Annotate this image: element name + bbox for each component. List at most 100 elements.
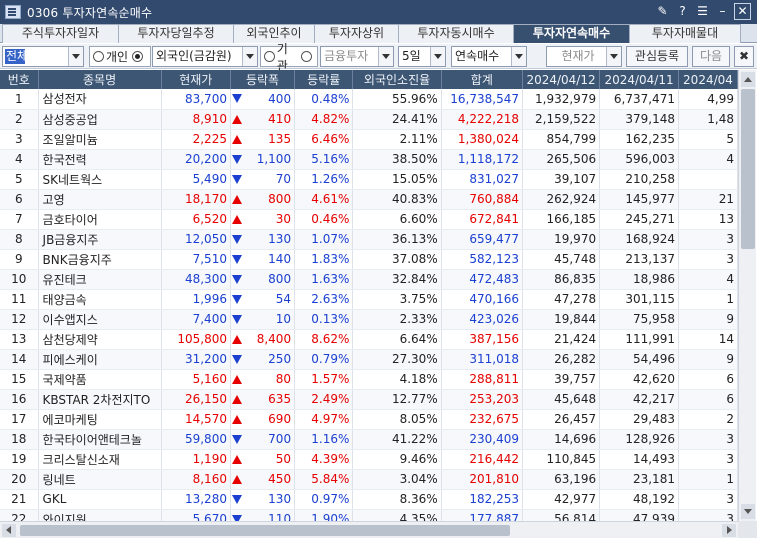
tab-7[interactable]: 투자자매물대 <box>629 24 741 43</box>
cell-name: 삼성중공업 <box>38 109 162 130</box>
tab-2[interactable]: 투자자당일추정 <box>118 24 234 43</box>
chevron-down-icon[interactable] <box>606 47 621 66</box>
watchlist-add-button[interactable]: 관심등록 <box>626 46 688 67</box>
cell-foreign: 2.33% <box>352 309 442 330</box>
table-row[interactable]: 1 삼성전자 83,700 400 0.48% 55.96% 16,738,547 1,932… <box>0 89 738 110</box>
market-select[interactable]: 전체 <box>2 46 84 67</box>
cell-no: 8 <box>0 229 39 250</box>
column-header[interactable]: 2024/04 <box>678 70 738 89</box>
chevron-down-icon[interactable] <box>242 47 257 66</box>
vertical-scrollbar[interactable] <box>738 70 756 521</box>
vertical-scroll-thumb[interactable] <box>741 89 755 249</box>
chevron-down-icon[interactable] <box>511 47 526 66</box>
table-row[interactable]: 11 태양금속 1,996 54 2.63% 3.75% 470,166 47,278 301,… <box>0 289 738 310</box>
cell-d2: 213,137 <box>599 249 679 270</box>
investor-radio-group-b: 기관 <box>260 42 318 73</box>
table-row[interactable]: 18 한국타이어앤테크놀 59,800 700 1.16% 41.22% 230,409 14… <box>0 429 738 450</box>
cell-rate: 2.49% <box>294 389 354 410</box>
column-header[interactable]: 2024/04/12 <box>522 70 601 89</box>
tab-4[interactable]: 투자자상위 <box>314 24 399 43</box>
column-header[interactable]: 2024/04/11 <box>599 70 679 89</box>
horizontal-scrollbar[interactable] <box>0 521 738 538</box>
tab-6[interactable]: 투자자연속매수 <box>513 24 630 43</box>
pin-icon[interactable]: ✎ <box>654 3 671 20</box>
radio-institution-type[interactable] <box>301 51 314 62</box>
foreign-type-select[interactable]: 외국인(금감원) <box>152 46 258 67</box>
chevron-down-icon[interactable] <box>68 47 83 66</box>
column-header[interactable]: 번호 <box>0 70 39 89</box>
mode-select[interactable]: 연속매수 <box>451 46 527 67</box>
table-row[interactable]: 17 에코마케팅 14,570 690 4.97% 8.05% 232,675 26,457 2… <box>0 409 738 430</box>
table-row[interactable]: 12 이수앱지스 7,400 10 0.13% 2.33% 423,026 19,844 75,… <box>0 309 738 330</box>
up-arrow-icon <box>231 114 242 124</box>
table-row[interactable]: 4 한국전력 20,200 1,100 5.16% 38.50% 1,118,172 265,… <box>0 149 738 170</box>
change-value: 635 <box>268 392 292 406</box>
cell-price: 83,700 <box>161 89 231 110</box>
column-header[interactable]: 외국인소진율 <box>352 70 442 89</box>
table-row[interactable]: 16 KBSTAR 2차전지TO 26,150 635 2.49% 12.77% 253,2… <box>0 389 738 410</box>
institution-type-select[interactable]: 금융투자 <box>320 46 394 67</box>
radio-institution[interactable]: 기관 <box>264 40 298 74</box>
cell-price: 1,190 <box>161 449 231 470</box>
column-header[interactable]: 현재가 <box>161 70 231 89</box>
scroll-left-icon[interactable] <box>2 524 16 537</box>
chevron-down-icon[interactable] <box>430 47 445 66</box>
next-button[interactable]: 다음 <box>692 46 730 67</box>
table-row[interactable]: 22 와이지원 5,670 110 1.90% 4.35% 177,887 56,814 47,… <box>0 509 738 521</box>
scroll-down-icon[interactable] <box>741 504 755 519</box>
cell-name: 태양금속 <box>38 289 162 310</box>
scroll-up-icon[interactable] <box>741 72 755 87</box>
up-arrow-icon <box>231 454 242 464</box>
cell-foreign: 8.36% <box>352 489 442 510</box>
column-header[interactable]: 등락률 <box>294 70 354 89</box>
window-title: 0306 투자자연속순매수 <box>27 5 153 20</box>
change-value: 800 <box>268 192 292 206</box>
table-row[interactable]: 3 조일알미늄 2,225 135 6.46% 2.11% 1,380,024 854,799… <box>0 129 738 150</box>
expand-icon[interactable]: ✖ <box>734 46 754 67</box>
cell-foreign: 36.13% <box>352 229 442 250</box>
table-row[interactable]: 10 유진테크 48,300 800 1.63% 32.84% 472,483 86,835 1… <box>0 269 738 290</box>
cell-d2: 75,958 <box>599 309 679 330</box>
menu-icon[interactable]: ☰ <box>694 3 711 20</box>
table-row[interactable]: 14 피에스케이 31,200 250 0.79% 27.30% 311,018 26,282… <box>0 349 738 370</box>
column-header[interactable]: 등락폭 <box>230 70 296 89</box>
cell-d3: 3 <box>678 509 738 521</box>
table-row[interactable]: 5 SK네트웍스 5,490 70 1.26% 15.05% 831,027 39,107 21… <box>0 169 738 190</box>
cell-rate: 5.16% <box>294 149 354 170</box>
table-row[interactable]: 13 삼천당제약 105,800 8,400 8.62% 6.64% 387,156 21,4… <box>0 329 738 350</box>
cell-total: 16,738,547 <box>441 89 523 110</box>
chevron-down-icon[interactable] <box>378 47 393 66</box>
column-header[interactable]: 종목명 <box>38 70 162 89</box>
cell-d2: 168,924 <box>599 229 679 250</box>
cell-total: 1,380,024 <box>441 129 523 150</box>
table-row[interactable]: 19 크리스탈신소재 1,190 50 4.39% 9.46% 216,442 110,845… <box>0 449 738 470</box>
period-select[interactable]: 5일 <box>398 46 446 67</box>
close-icon[interactable]: ✕ <box>734 3 751 20</box>
change-value: 400 <box>268 91 292 106</box>
radio-foreign[interactable] <box>132 51 145 62</box>
table-row[interactable]: 20 링네트 8,160 450 5.84% 3.04% 201,810 63,196 23,1… <box>0 469 738 490</box>
radio-dot-icon <box>93 51 104 62</box>
column-header[interactable]: 합계 <box>441 70 523 89</box>
cell-price: 6,520 <box>161 209 231 230</box>
horizontal-scroll-thumb[interactable] <box>20 525 510 536</box>
table-row[interactable]: 15 국제약품 5,160 80 1.57% 4.18% 288,811 39,757 42,6… <box>0 369 738 390</box>
table-row[interactable]: 21 GKL 13,280 130 0.97% 8.36% 182,253 42,977 48,… <box>0 489 738 510</box>
minimize-icon[interactable]: – <box>714 3 731 20</box>
radio-individual[interactable]: 개인 <box>93 48 128 65</box>
cell-price: 8,910 <box>161 109 231 130</box>
help-icon[interactable]: ? <box>674 3 691 20</box>
table-row[interactable]: 9 BNK금융지주 7,510 140 1.83% 37.08% 582,123 45,748… <box>0 249 738 270</box>
tab-1[interactable]: 주식투자자일자 <box>2 24 119 43</box>
table-row[interactable]: 2 삼성중공업 8,910 410 4.82% 24.41% 4,222,218 2,159,… <box>0 109 738 130</box>
table-row[interactable]: 7 금호타이어 6,520 30 0.46% 6.60% 672,841 166,185 245… <box>0 209 738 230</box>
price-type-select[interactable]: 현재가 <box>546 46 622 67</box>
table-row[interactable]: 8 JB금융지주 12,050 130 1.07% 36.13% 659,477 19,970… <box>0 229 738 250</box>
cell-total: 230,409 <box>441 429 523 450</box>
scroll-right-icon[interactable] <box>722 524 736 537</box>
cell-price: 5,670 <box>161 509 231 521</box>
cell-chg: 140 <box>230 249 296 270</box>
table-row[interactable]: 6 고영 18,170 800 4.61% 40.83% 760,884 262,924 145… <box>0 189 738 210</box>
tab-5[interactable]: 투자자동시매수 <box>398 24 514 43</box>
cell-no: 18 <box>0 429 39 450</box>
